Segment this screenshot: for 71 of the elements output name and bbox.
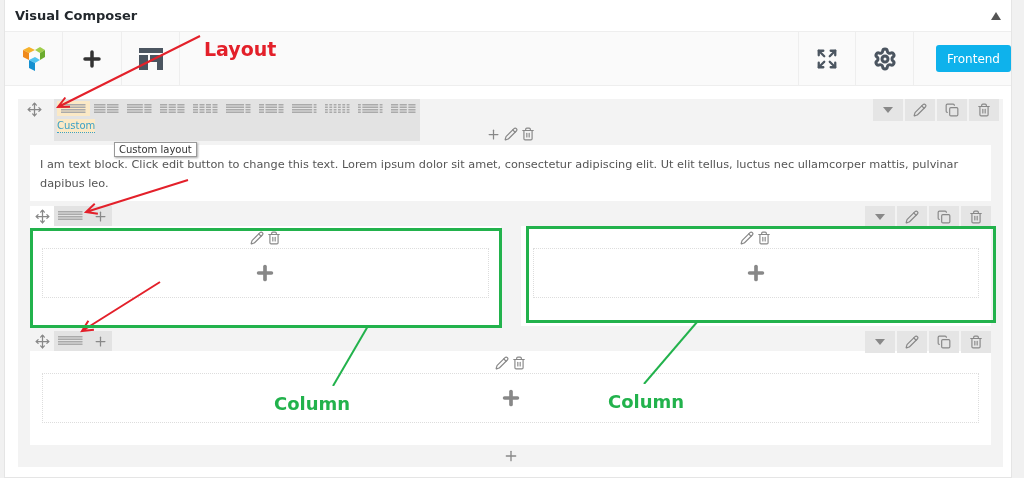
layout-icon: [291, 103, 318, 114]
layout-icon: [159, 103, 186, 114]
layout-icon: [258, 103, 285, 114]
layout-icon: [93, 103, 120, 114]
clone-button[interactable]: [929, 206, 959, 228]
pencil-icon: [913, 103, 927, 117]
move-icon: [34, 208, 50, 224]
fullscreen-icon: [816, 47, 839, 70]
trash-icon: [757, 231, 772, 245]
copy-icon: [937, 335, 951, 349]
add-column-button[interactable]: [88, 331, 112, 351]
caret-icon: [991, 11, 1001, 20]
edit-button[interactable]: [905, 99, 935, 121]
trash-icon: [512, 356, 526, 370]
trash-icon: [266, 231, 281, 245]
pencil-icon: [249, 231, 264, 245]
delete-button[interactable]: [969, 99, 999, 121]
edit-button[interactable]: [897, 206, 927, 228]
move-handle[interactable]: [30, 206, 54, 226]
layout-icon: [225, 103, 252, 114]
panel-title: Visual Composer: [15, 8, 138, 23]
plus-icon: [92, 333, 108, 349]
clone-button[interactable]: [937, 99, 967, 121]
layout-icon: [324, 103, 351, 114]
move-icon: [34, 333, 50, 349]
template-icon: [138, 47, 163, 70]
copy-icon: [937, 210, 951, 224]
clone-button[interactable]: [929, 331, 959, 353]
tooltip: Custom layout: [114, 142, 197, 157]
trash-icon: [969, 335, 983, 349]
delete-button[interactable]: [961, 206, 991, 228]
frontend-button[interactable]: Frontend: [936, 45, 1011, 72]
layout-button[interactable]: [54, 331, 88, 351]
trash-icon: [969, 210, 983, 224]
settings-icon: [872, 46, 897, 71]
caret-icon: [875, 214, 885, 220]
copy-icon: [945, 103, 959, 117]
caret-icon: [875, 339, 885, 345]
pencil-icon: [905, 335, 919, 349]
layout-icon: [58, 336, 84, 346]
logo-icon: [21, 45, 46, 72]
dropdown-button[interactable]: [873, 99, 903, 121]
pencil-icon: [495, 356, 509, 370]
move-icon: [26, 101, 42, 117]
edit-button[interactable]: [897, 331, 927, 353]
layout-button[interactable]: [54, 206, 88, 226]
delete-button[interactable]: [961, 331, 991, 353]
pencil-icon: [740, 231, 755, 245]
layout-icon: [126, 103, 153, 114]
leader-line: [332, 326, 369, 386]
plus-icon: [92, 208, 108, 224]
annotation-label: Layout: [204, 38, 277, 60]
leader-line: [643, 322, 698, 384]
caret-icon: [883, 107, 893, 113]
collapse-toggle[interactable]: [991, 11, 1001, 20]
trash-icon: [977, 103, 991, 117]
dropdown-button[interactable]: [865, 206, 895, 228]
custom-layout-link[interactable]: Custom: [57, 119, 96, 133]
layout-icon: [357, 103, 384, 114]
annotation-label: Column: [274, 393, 351, 414]
annotation-label: Column: [608, 391, 685, 412]
dropdown-button[interactable]: [865, 331, 895, 353]
plus-icon: [486, 126, 501, 142]
layout-icon: [390, 103, 417, 114]
layout-icon: [58, 211, 84, 221]
trash-icon: [520, 127, 535, 141]
layout-icon: [60, 103, 87, 114]
layout-icon: [192, 103, 219, 114]
pencil-icon: [503, 127, 518, 141]
pencil-icon: [905, 210, 919, 224]
fullscreen-button[interactable]: [798, 32, 857, 85]
